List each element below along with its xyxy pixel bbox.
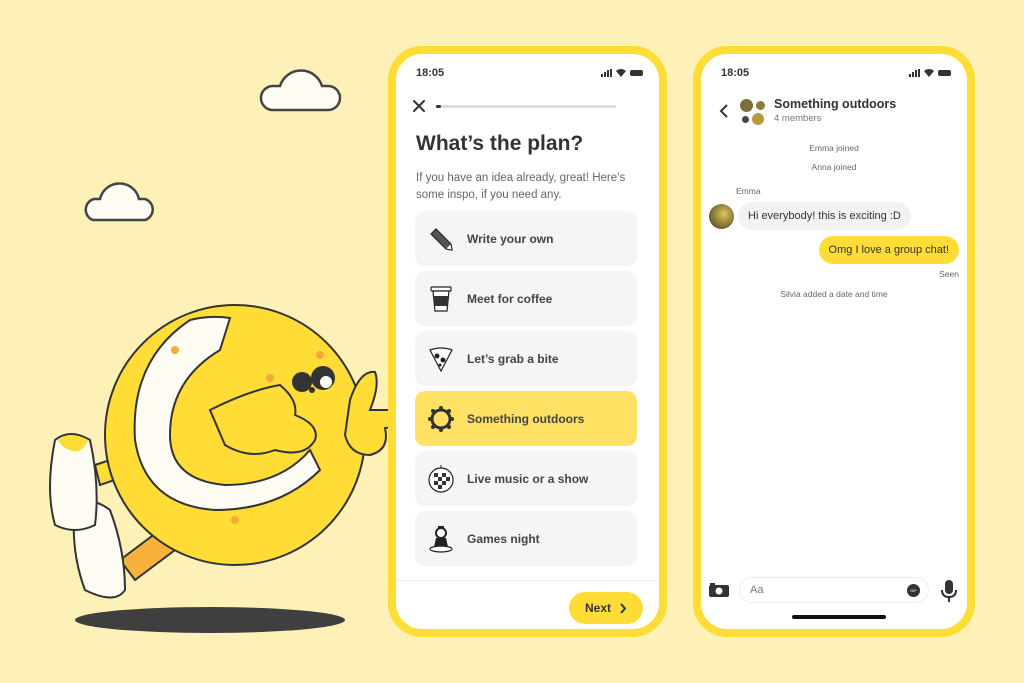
ground-shadow (75, 607, 345, 633)
camera-icon[interactable] (709, 583, 729, 597)
disco-ball-icon (427, 464, 455, 493)
status-time: 18:05 (416, 67, 445, 79)
option-label: Live music or a show (467, 471, 589, 486)
message-input[interactable] (739, 577, 929, 603)
back-chevron-icon[interactable] (719, 104, 729, 118)
option-live-music[interactable]: Live music or a show (415, 451, 637, 506)
plan-options-list: Write your own Meet for coffee Let’s gra… (415, 211, 637, 571)
home-indicator (792, 615, 886, 619)
seen-status: Seen (939, 269, 959, 279)
event-message: Silvia added a date and time (780, 289, 888, 299)
microphone-icon[interactable] (941, 580, 957, 602)
progress-fill (436, 105, 442, 108)
page-subtitle: If you have an idea already, great! Here… (416, 172, 626, 201)
chess-pawn-icon (427, 525, 455, 553)
battery-icon (630, 70, 643, 76)
incoming-message: Hi everybody! this is exciting :D (738, 202, 911, 230)
option-label: Let’s grab a bite (467, 351, 559, 366)
status-time: 18:05 (721, 67, 750, 79)
page-title: What’s the plan? (416, 132, 584, 155)
option-label: Something outdoors (467, 411, 585, 426)
progress-bar (436, 105, 616, 108)
mascot-illustration (49, 304, 431, 633)
sun-icon (427, 405, 455, 433)
system-message: Anna joined (811, 162, 857, 172)
status-bar: 18:05 (721, 66, 951, 80)
chat-members-count: 4 members (774, 113, 822, 124)
option-grab-a-bite[interactable]: Let’s grab a bite (415, 331, 637, 386)
option-something-outdoors[interactable]: Something outdoors (415, 391, 637, 446)
option-meet-for-coffee[interactable]: Meet for coffee (415, 271, 637, 326)
cloud-illustration (84, 182, 154, 222)
message-composer: GIF (701, 575, 967, 605)
signal-icon (909, 69, 920, 77)
cloud-illustration (259, 69, 342, 112)
battery-icon (938, 70, 951, 76)
pizza-slice-icon (427, 345, 455, 373)
option-label: Write your own (467, 231, 554, 246)
pencil-icon (427, 225, 455, 253)
option-write-your-own[interactable]: Write your own (415, 211, 637, 266)
chat-phone-screen: 18:05 Something outdoors 4 members Emma … (693, 46, 975, 637)
wifi-icon (924, 69, 934, 77)
coffee-cup-icon (427, 285, 455, 313)
status-bar: 18:05 (416, 66, 643, 80)
system-message: Emma joined (809, 143, 859, 153)
chevron-right-icon (620, 602, 627, 614)
gif-button[interactable]: GIF (907, 584, 920, 597)
close-icon[interactable] (412, 99, 426, 113)
outgoing-message: Omg I love a group chat! (818, 236, 959, 264)
divider (396, 580, 659, 581)
plan-phone-screen: 18:05 What’s the plan? If you have an id… (388, 46, 667, 637)
option-games-night[interactable]: Games night (415, 511, 637, 566)
message-sender: Emma (736, 186, 761, 196)
option-label: Games night (467, 531, 540, 546)
avatar[interactable] (709, 204, 734, 229)
option-label: Meet for coffee (467, 291, 553, 306)
next-button[interactable]: Next (569, 592, 643, 624)
signal-icon (601, 69, 612, 77)
group-avatar (739, 98, 769, 126)
next-label: Next (584, 601, 611, 615)
wifi-icon (616, 69, 626, 77)
chat-title: Something outdoors (774, 97, 897, 111)
